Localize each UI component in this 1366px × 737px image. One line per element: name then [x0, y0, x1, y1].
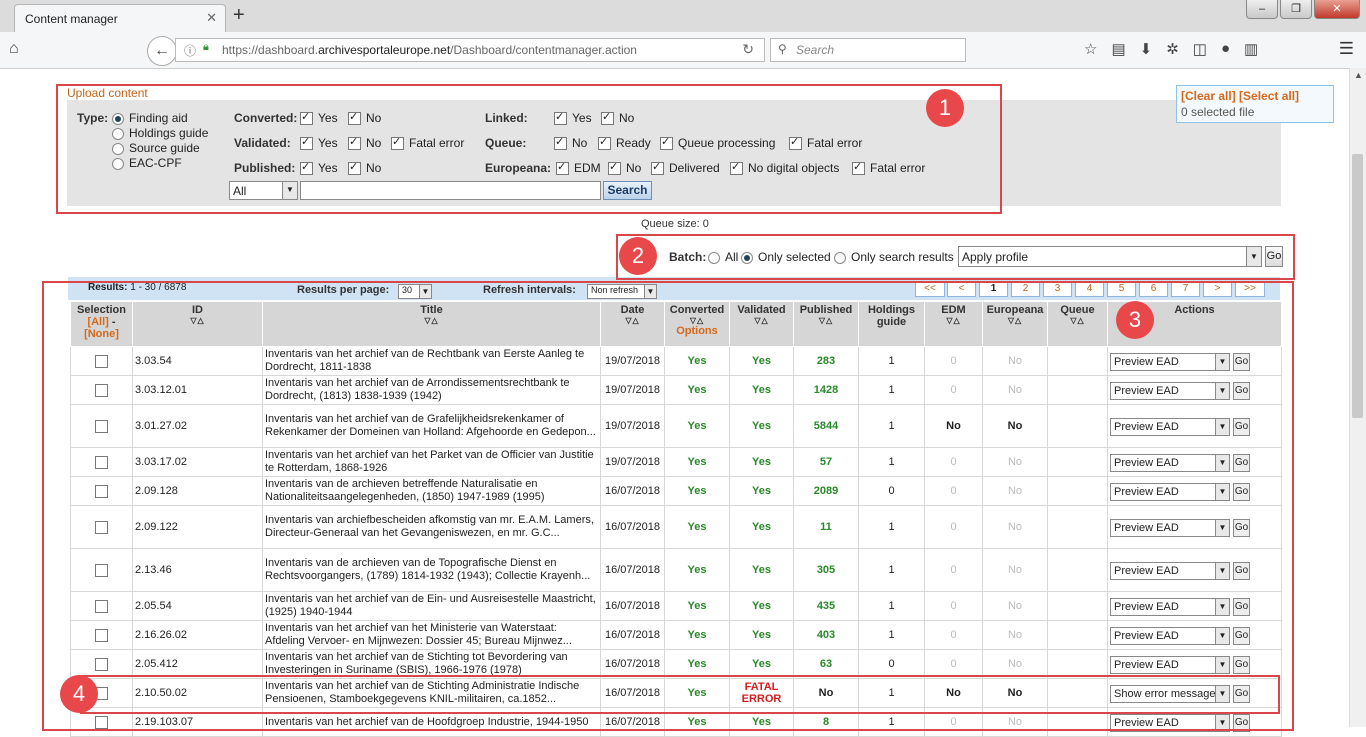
select-all-link[interactable]: [Select all] [1239, 89, 1299, 103]
sidebar-icon[interactable]: ◫ [1193, 40, 1207, 58]
selected-count: 0 selected file [1181, 105, 1255, 119]
reading-list-icon[interactable]: ▤ [1111, 40, 1125, 58]
search-placeholder: Search [796, 43, 835, 57]
navigation-bar: ⌂ ← ⓘ 🔒︎ https://dashboard.archivesporta… [0, 32, 1366, 69]
back-button[interactable]: ← [147, 36, 177, 66]
tab-title: Content manager [25, 12, 118, 26]
browser-search-input[interactable]: ⚲ Search [770, 38, 966, 62]
scroll-up-icon[interactable]: ▲ [1354, 70, 1363, 80]
address-bar[interactable]: ⓘ 🔒︎ https://dashboard.archivesportaleur… [175, 38, 765, 62]
annotation-box-1 [56, 84, 1002, 214]
maximize-button[interactable]: ❐ [1280, 0, 1312, 19]
addon-icon[interactable]: ● [1221, 40, 1230, 58]
tab-bar: Content manager ✕ + ‒ ❐ ✕ [0, 0, 1366, 33]
selection-panel: [Clear all] [Select all] 0 selected file [1176, 85, 1334, 123]
bookmark-star-icon[interactable]: ☆ [1084, 40, 1097, 58]
library-icon[interactable]: ▥ [1244, 40, 1258, 58]
annotation-box-4 [80, 675, 1280, 714]
scroll-thumb[interactable] [1352, 154, 1363, 418]
download-icon[interactable]: ⬇ [1140, 40, 1153, 58]
annotation-box-3 [42, 281, 1294, 731]
toolbar-icons: ☆ ▤ ⬇ ✲ ◫ ● ▥ [1084, 40, 1258, 58]
lock-icon: 🔒︎ [203, 41, 209, 53]
browser-tab[interactable]: Content manager ✕ [14, 4, 226, 33]
marker-2: 2 [619, 237, 657, 275]
reload-icon[interactable]: ↻ [742, 41, 754, 58]
tab-close-icon[interactable]: ✕ [206, 10, 217, 26]
new-tab-button[interactable]: + [233, 4, 245, 27]
home-icon[interactable]: ⌂ [9, 40, 19, 58]
window-controls: ‒ ❐ ✕ [1246, 0, 1360, 19]
marker-4: 4 [60, 675, 98, 713]
marker-3: 3 [1116, 301, 1154, 339]
extension-icon[interactable]: ✲ [1166, 40, 1179, 58]
search-icon: ⚲ [778, 42, 787, 56]
menu-icon[interactable]: ☰ [1339, 39, 1354, 59]
minimize-button[interactable]: ‒ [1246, 0, 1278, 19]
info-icon[interactable]: ⓘ [184, 42, 196, 59]
annotation-box-2 [616, 234, 1295, 280]
queue-size: Queue size: 0 [641, 218, 709, 230]
marker-1: 1 [926, 89, 964, 127]
clear-all-link[interactable]: [Clear all] [1181, 89, 1236, 103]
page-scrollbar[interactable]: ▲ [1349, 68, 1366, 727]
url-text[interactable]: https://dashboard.archivesportaleurope.n… [222, 43, 637, 57]
close-window-button[interactable]: ✕ [1314, 0, 1360, 19]
